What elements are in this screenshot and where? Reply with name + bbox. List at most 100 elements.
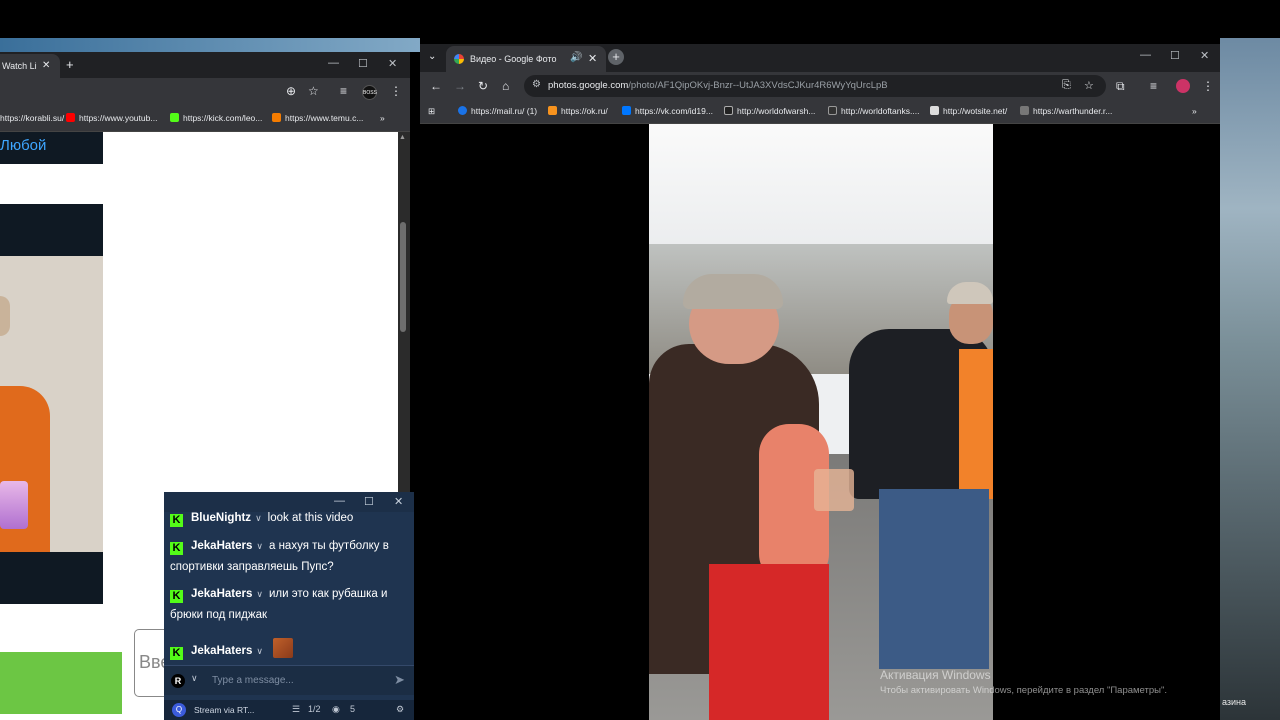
bookmarks-overflow-icon[interactable]: » bbox=[380, 113, 385, 123]
right-toolbar: ← → ↻ ⌂ ⚙ photos.google.com/photo/AF1Qip… bbox=[420, 72, 1220, 100]
chat-username[interactable]: JekaHaters bbox=[191, 645, 252, 657]
chat-username[interactable]: JekaHaters bbox=[191, 540, 252, 552]
left-toolbar: ⊕ ☆ ≡ BOSS ⋮ bbox=[0, 78, 410, 106]
settings-gear-icon[interactable]: ⚙ bbox=[396, 704, 404, 715]
man-right-shirt bbox=[959, 349, 993, 499]
streamer-head bbox=[0, 296, 10, 336]
bookmark-worldofwarships[interactable]: http://worldofwarsh... bbox=[724, 106, 815, 116]
wallpaper-strip bbox=[0, 38, 420, 52]
youtube-icon bbox=[66, 113, 75, 122]
maximize-icon[interactable]: ☐ bbox=[358, 57, 368, 70]
chevron-down-icon[interactable]: ∨ bbox=[256, 646, 263, 656]
green-action-button[interactable] bbox=[0, 652, 122, 714]
kick-icon: K bbox=[170, 514, 183, 527]
minimize-icon[interactable]: — bbox=[328, 57, 339, 69]
bookmark-mailru[interactable]: https://mail.ru/ (1) bbox=[458, 106, 537, 116]
chevron-down-icon[interactable]: ∨ bbox=[255, 513, 262, 523]
bookmark-wotsite[interactable]: http://wotsite.net/ bbox=[930, 106, 1007, 116]
star-icon[interactable]: ☆ bbox=[1084, 79, 1094, 92]
chat-message: K JekaHaters ∨ или это как рубашка и брюки … bbox=[170, 584, 410, 626]
photo-viewer: Активация Windows Чтобы активировать Win… bbox=[420, 124, 1220, 720]
apps-grid-icon[interactable]: ⊞ bbox=[428, 106, 435, 117]
media-control-icon[interactable]: ≡ bbox=[340, 84, 347, 98]
wotsite-icon bbox=[930, 106, 939, 115]
zoom-icon[interactable]: ⊕ bbox=[286, 84, 296, 98]
chat-message-input[interactable]: Type a message... bbox=[212, 675, 294, 686]
home-icon[interactable]: ⌂ bbox=[502, 79, 509, 93]
chat-username[interactable]: JekaHaters bbox=[191, 588, 252, 600]
kick-icon: K bbox=[170, 590, 183, 603]
maximize-icon[interactable]: ☐ bbox=[1170, 49, 1180, 62]
player-top-bar bbox=[0, 204, 103, 256]
stream-logo-icon: Q bbox=[172, 703, 186, 717]
tab-search-icon[interactable]: ⌄ bbox=[428, 51, 436, 62]
bookmark-temu[interactable]: https://www.temu.c... bbox=[272, 113, 363, 123]
left-tab-watch[interactable]: Watch Li ✕ bbox=[0, 54, 60, 78]
page-header-strip: Любой bbox=[0, 132, 103, 164]
eye-icon: ◉ bbox=[332, 704, 340, 714]
chevron-down-icon[interactable]: ∨ bbox=[256, 541, 263, 551]
bookmarks-overflow-icon[interactable]: » bbox=[1192, 106, 1197, 116]
install-app-icon[interactable]: ⎘ bbox=[1062, 79, 1071, 92]
wallpaper-city bbox=[1220, 38, 1280, 720]
chevron-down-icon[interactable]: ∨ bbox=[256, 589, 263, 599]
chat-minimize-icon[interactable]: — bbox=[334, 495, 345, 507]
scroll-thumb[interactable] bbox=[400, 222, 406, 332]
kick-icon: K bbox=[170, 647, 183, 660]
forward-icon[interactable]: → bbox=[454, 79, 466, 93]
bookmark-vk[interactable]: https://vk.com/id19... bbox=[622, 106, 713, 116]
windows-activation-subtitle: Чтобы активировать Windows, перейдите в … bbox=[880, 685, 1167, 696]
video-player[interactable] bbox=[649, 124, 993, 720]
minimize-icon[interactable]: — bbox=[1140, 49, 1151, 61]
scroll-up-icon[interactable]: ▲ bbox=[399, 134, 406, 141]
chat-maximize-icon[interactable]: ☐ bbox=[364, 495, 374, 508]
left-tab-title: Watch Li bbox=[2, 61, 37, 71]
close-icon[interactable]: ✕ bbox=[42, 60, 50, 71]
wows-icon bbox=[724, 106, 733, 115]
desktop-top-strip bbox=[0, 0, 1280, 38]
tab-google-photos[interactable]: Видео - Google Фото 🔊 ✕ bbox=[446, 46, 606, 72]
kick-icon bbox=[170, 113, 179, 122]
chat-text: look at this video bbox=[267, 512, 354, 524]
chat-close-icon[interactable]: ✕ bbox=[394, 495, 403, 508]
bookmark-ok[interactable]: https://ok.ru/ bbox=[548, 106, 608, 116]
chevron-down-icon[interactable]: ∨ bbox=[191, 673, 198, 684]
star-icon[interactable]: ☆ bbox=[308, 84, 319, 98]
address-bar[interactable]: ⚙ photos.google.com/photo/AF1QipOKvj-Bnz… bbox=[524, 75, 1106, 97]
bookmark-worldoftanks[interactable]: http://worldoftanks.... bbox=[828, 106, 919, 116]
new-tab-icon[interactable]: + bbox=[66, 57, 74, 72]
right-tab-title: Видео - Google Фото bbox=[470, 54, 557, 64]
plastic-cup bbox=[814, 469, 854, 511]
bookmark-korabli[interactable]: https://korabli.su/ bbox=[0, 113, 64, 123]
speaker-icon[interactable]: 🔊 bbox=[570, 52, 582, 63]
bookmark-warthunder[interactable]: https://warthunder.r... bbox=[1020, 106, 1112, 116]
chat-username[interactable]: BlueNightz bbox=[191, 512, 251, 524]
menu-icon[interactable]: ⋮ bbox=[1202, 79, 1214, 93]
boss-extension-icon[interactable]: BOSS bbox=[362, 85, 377, 100]
reload-icon[interactable]: ↻ bbox=[478, 79, 488, 93]
temu-icon bbox=[272, 113, 281, 122]
mailru-icon bbox=[458, 106, 467, 115]
profile-avatar[interactable] bbox=[1176, 79, 1190, 93]
site-info-icon[interactable]: ⚙ bbox=[532, 79, 541, 90]
close-icon[interactable]: ✕ bbox=[588, 52, 597, 65]
send-icon[interactable]: ➤ bbox=[394, 672, 405, 688]
bookmark-kick[interactable]: https://kick.com/leo... bbox=[170, 113, 262, 123]
bookmark-youtube[interactable]: https://www.youtub... bbox=[66, 113, 157, 123]
account-badge[interactable]: R bbox=[171, 674, 185, 688]
close-window-icon[interactable]: ✕ bbox=[1200, 49, 1209, 62]
player-bottom-bar bbox=[0, 552, 103, 604]
chat-message: K JekaHaters ∨ bbox=[170, 638, 410, 662]
media-control-icon[interactable]: ≡ bbox=[1150, 79, 1157, 93]
stream-video[interactable] bbox=[0, 256, 103, 556]
viewer-count: 5 bbox=[350, 704, 356, 714]
back-icon[interactable]: ← bbox=[430, 79, 442, 93]
menu-icon[interactable]: ⋮ bbox=[390, 84, 402, 98]
man-left-cap bbox=[683, 274, 783, 309]
right-browser-window: ⌄ Видео - Google Фото 🔊 ✕ + — ☐ ✕ ← → ↻ … bbox=[420, 44, 1220, 720]
chat-input-bar: R ∨ Type a message... ➤ bbox=[164, 665, 414, 695]
new-tab-icon[interactable]: + bbox=[608, 49, 624, 65]
close-window-icon[interactable]: ✕ bbox=[388, 57, 397, 70]
lyuboy-link[interactable]: Любой bbox=[0, 137, 46, 154]
extensions-icon[interactable]: ⧉ bbox=[1116, 79, 1125, 94]
